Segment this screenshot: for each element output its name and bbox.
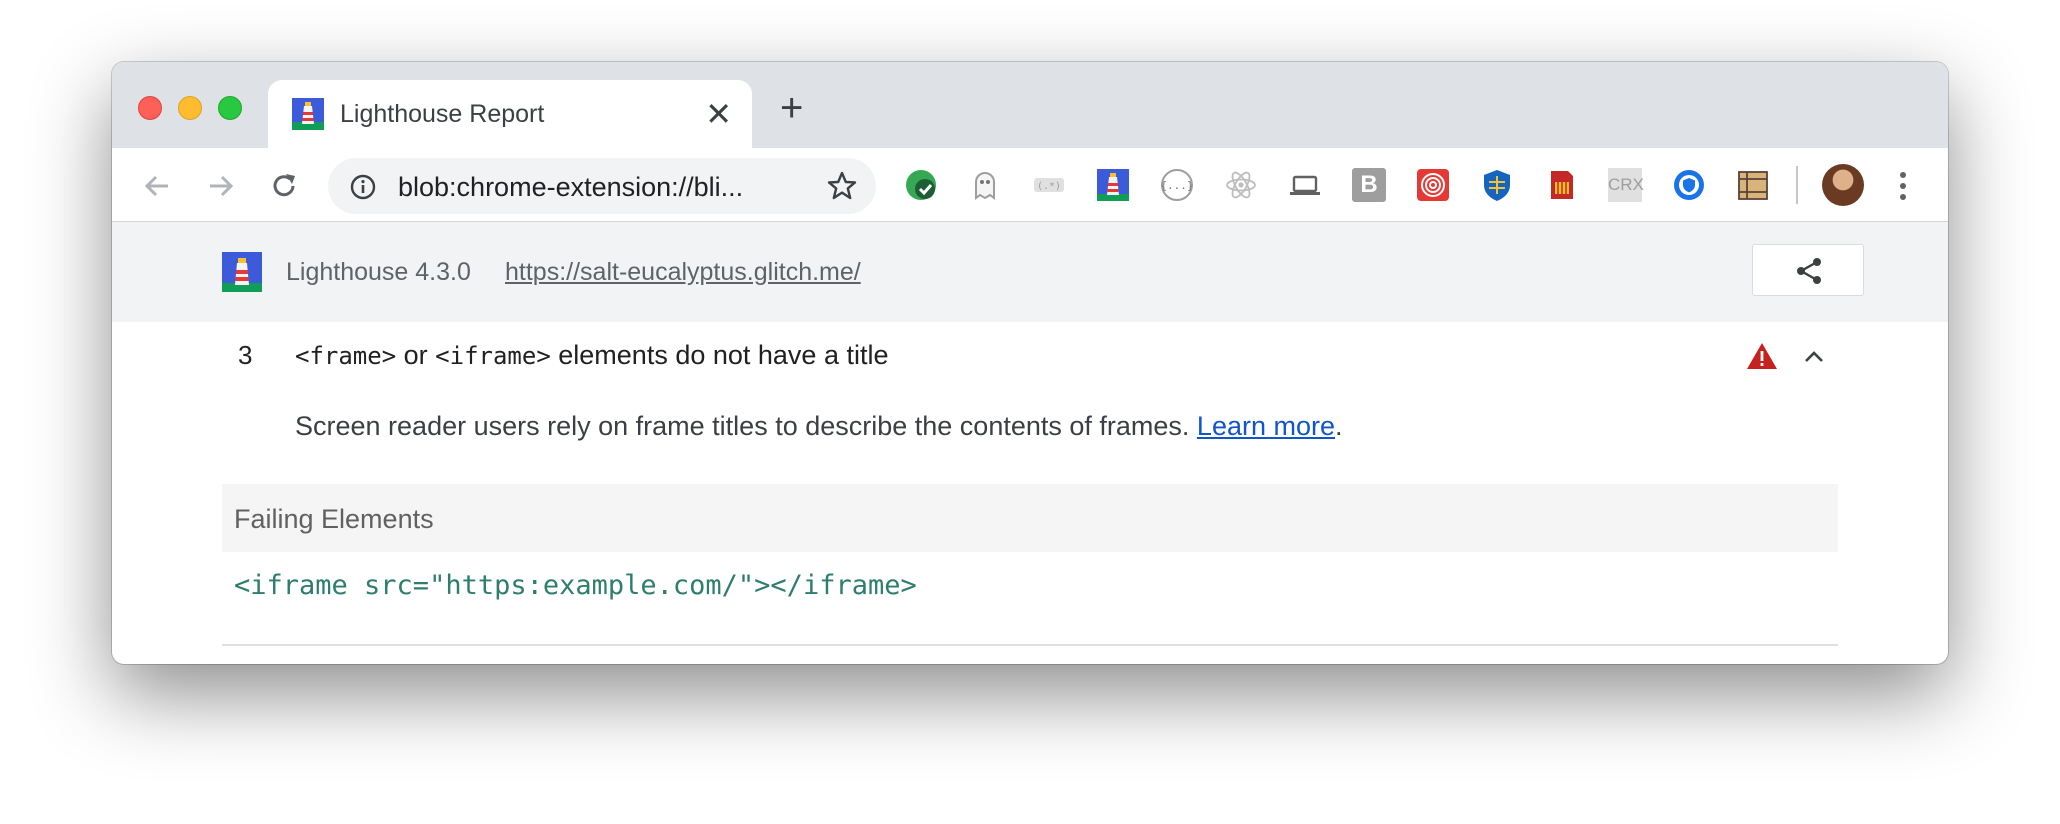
warning-triangle-icon <box>1747 343 1777 369</box>
tab-strip: Lighthouse Report ✕ + <box>112 62 1948 148</box>
lighthouse-logo-icon <box>222 252 262 292</box>
browser-toolbar: blob:chrome-extension://bli... (.*) {...… <box>112 148 1948 222</box>
svg-text:{...}: {...} <box>1160 179 1193 192</box>
browser-window: Lighthouse Report ✕ + blob:chrome-extens… <box>112 62 1948 664</box>
maximize-window-button[interactable] <box>218 96 242 120</box>
new-tab-button[interactable]: + <box>780 88 803 128</box>
back-icon[interactable] <box>138 166 178 206</box>
green-check-icon[interactable] <box>904 168 938 202</box>
lighthouse-icon[interactable] <box>1096 168 1130 202</box>
failing-elements-label: Failing Elements <box>234 504 434 534</box>
reload-icon[interactable] <box>264 166 304 206</box>
audit-title-code-iframe: <iframe> <box>435 342 551 370</box>
address-bar[interactable]: blob:chrome-extension://bli... <box>328 158 876 214</box>
lighthouse-version: Lighthouse 4.3.0 <box>286 258 471 286</box>
info-icon[interactable] <box>350 174 376 200</box>
failing-element-node: <iframe src="https:example.com/"></ifram… <box>234 570 917 601</box>
failing-elements-header: Failing Elements <box>222 484 1838 552</box>
json-braces-icon[interactable]: {...} <box>1160 168 1194 202</box>
lighthouse-icon <box>292 98 324 130</box>
report-url-link[interactable]: https://salt-eucalyptus.glitch.me/ <box>505 258 861 287</box>
svg-text:(.*): (.*) <box>1037 181 1061 192</box>
forward-icon[interactable] <box>200 166 240 206</box>
sd-card-icon[interactable] <box>1544 168 1578 202</box>
audit-description-text: Screen reader users rely on frame titles… <box>295 411 1197 441</box>
ghost-icon[interactable] <box>968 168 1002 202</box>
profile-avatar[interactable] <box>1822 164 1864 206</box>
ruler-icon[interactable] <box>1736 168 1770 202</box>
audit-description-period: . <box>1335 411 1343 441</box>
b-icon[interactable]: B <box>1352 168 1386 202</box>
target-icon[interactable] <box>1416 168 1450 202</box>
chevron-up-icon[interactable] <box>1802 346 1826 366</box>
close-window-button[interactable] <box>138 96 162 120</box>
audit-title-code-frame: <frame> <box>295 342 397 370</box>
laptop-icon[interactable] <box>1288 168 1322 202</box>
more-menu-icon[interactable] <box>1898 170 1908 202</box>
react-icon[interactable] <box>1224 168 1258 202</box>
bookmark-star-icon[interactable] <box>826 170 858 202</box>
privacy-badger-icon[interactable] <box>1672 168 1706 202</box>
audit-description: Screen reader users rely on frame titles… <box>295 411 1343 442</box>
crx-icon[interactable]: CRX <box>1608 168 1644 202</box>
audit-index: 3 <box>238 340 253 370</box>
audit-title[interactable]: <frame> or <iframe> elements do not have… <box>295 340 888 371</box>
tab-title: Lighthouse Report <box>340 100 545 128</box>
close-tab-icon[interactable]: ✕ <box>705 94 732 134</box>
shield-icon[interactable] <box>1480 168 1514 202</box>
audit-title-rest: elements do not have a title <box>550 340 889 370</box>
url-text: blob:chrome-extension://bli... <box>398 172 744 202</box>
audit-title-or: or <box>396 340 436 370</box>
tab-lighthouse-report[interactable]: Lighthouse Report ✕ <box>268 80 752 148</box>
regex-icon[interactable]: (.*) <box>1032 168 1066 202</box>
learn-more-link[interactable]: Learn more <box>1197 411 1335 441</box>
minimize-window-button[interactable] <box>178 96 202 120</box>
details-divider <box>222 644 1838 646</box>
share-icon <box>1797 258 1821 284</box>
share-button[interactable] <box>1752 244 1864 296</box>
toolbar-divider <box>1796 166 1798 204</box>
lighthouse-topbar: Lighthouse 4.3.0 https://salt-eucalyptus… <box>112 222 1948 322</box>
